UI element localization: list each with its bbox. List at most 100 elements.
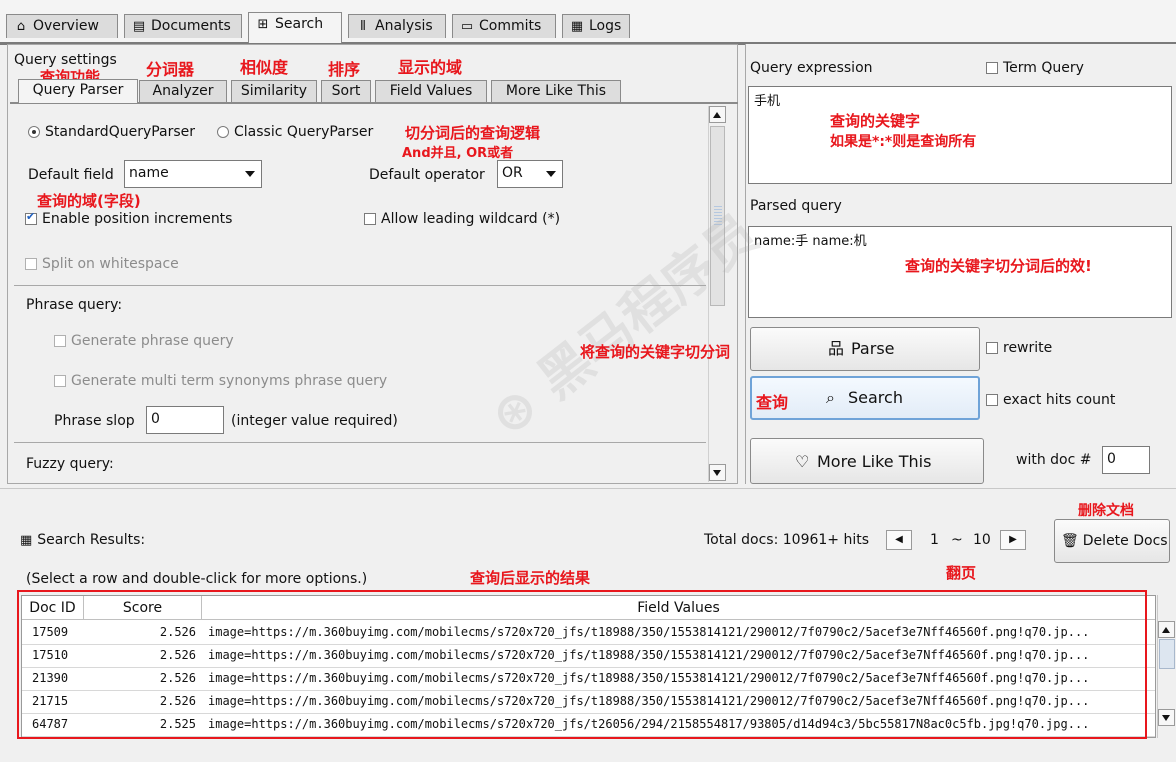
chevron-left-icon: ◀ [895, 534, 903, 545]
tab-label: Search [275, 16, 324, 32]
select-value: OR [502, 165, 523, 181]
scroll-up-button[interactable] [709, 106, 726, 123]
search-tab-icon: ⊞ [257, 17, 269, 32]
subtab-field-values[interactable]: Field Values [375, 80, 487, 102]
results-title-text: Search Results: [37, 532, 146, 548]
button-label: Search [848, 388, 903, 407]
tab-commits[interactable]: ▭ Commits [452, 14, 556, 38]
parse-button[interactable]: 品 Parse [750, 327, 980, 371]
commits-icon: ▭ [460, 19, 474, 34]
subtab-label: Similarity [240, 83, 308, 99]
prev-page-button[interactable]: ◀ [886, 530, 912, 550]
radio-standard-query-parser[interactable]: StandardQueryParser [28, 124, 195, 140]
subtab-label: More Like This [505, 83, 607, 99]
phrase-query-heading: Phrase query: [26, 297, 123, 313]
arrow-down-icon [1162, 715, 1170, 721]
checkbox-label: Split on whitespace [42, 256, 179, 272]
annotation-similarity: 相似度 [240, 58, 289, 77]
annotation-parsed-effect: 查询的关键字切分词后的效! [905, 257, 1092, 275]
annotation-field-values: 显示的域 [398, 58, 463, 77]
delete-docs-button[interactable]: 🗑 Delete Docs [1054, 519, 1170, 563]
annotation-box-results [17, 590, 1147, 739]
annotation-keyword-line1: 查询的关键字 [830, 112, 921, 130]
button-label: Parse [851, 339, 895, 358]
scroll-thumb[interactable] [1159, 639, 1175, 669]
checkbox-label: Term Query [1003, 60, 1084, 76]
select-value: name [129, 165, 169, 181]
annotation-logic-line2: And并且, OR或者 [402, 146, 514, 161]
subtab-similarity[interactable]: Similarity [231, 80, 317, 102]
checkbox-indicator [54, 335, 66, 347]
logs-icon: ▦ [570, 19, 584, 34]
subtab-analyzer[interactable]: Analyzer [139, 80, 227, 102]
settings-scrollbar[interactable] [708, 106, 726, 482]
tab-overview[interactable]: ⌂ Overview [6, 14, 118, 38]
annotation-delete-doc: 删除文档 [1078, 503, 1134, 519]
checkbox-indicator [986, 342, 998, 354]
with-doc-input[interactable]: 0 [1102, 446, 1150, 474]
divider [14, 442, 706, 443]
tab-label: Logs [589, 18, 622, 34]
trash-icon: 🗑 [1061, 533, 1079, 549]
allow-leading-wildcard-checkbox[interactable]: Allow leading wildcard (*) [364, 211, 560, 227]
split-on-whitespace-checkbox[interactable]: Split on whitespace [25, 256, 179, 272]
annotation-analyzer: 分词器 [146, 60, 195, 79]
default-operator-label: Default operator [369, 167, 485, 183]
page-from: 1 [930, 532, 939, 548]
phrase-slop-hint: (integer value required) [231, 413, 398, 429]
generate-phrase-query-checkbox[interactable]: Generate phrase query [54, 333, 234, 349]
checkbox-indicator [54, 375, 66, 387]
total-docs: Total docs: 10961+ hits [704, 532, 870, 548]
generate-multi-term-checkbox[interactable]: Generate multi term synonyms phrase quer… [54, 373, 387, 389]
button-label: Delete Docs [1082, 533, 1168, 549]
checkbox-indicator [25, 210, 37, 225]
documents-icon: ▤ [132, 19, 146, 34]
tab-logs[interactable]: ▦ Logs [562, 14, 630, 38]
scroll-down-button[interactable] [709, 464, 726, 481]
subtab-sort[interactable]: Sort [321, 80, 371, 102]
scroll-down-button[interactable] [1158, 709, 1175, 726]
page-to: 10 [973, 532, 991, 548]
next-page-button[interactable]: ▶ [1000, 530, 1026, 550]
annotation-sort: 排序 [328, 60, 361, 79]
checkbox-indicator [364, 213, 376, 225]
more-like-this-button[interactable]: ♡ More Like This [750, 438, 984, 484]
radio-classic-query-parser[interactable]: Classic QueryParser [217, 124, 373, 140]
with-doc-label: with doc # [1016, 452, 1092, 468]
divider [14, 285, 706, 286]
annotation-search: 查询 [756, 393, 789, 412]
arrow-down-icon [713, 470, 721, 476]
tab-analysis[interactable]: ⫴ Analysis [348, 14, 446, 38]
chevron-down-icon [546, 171, 556, 177]
subtab-label: Sort [331, 83, 361, 99]
tab-label: Documents [151, 18, 231, 34]
annotation-result-display: 查询后显示的结果 [470, 569, 591, 587]
phrase-slop-input[interactable]: 0 [146, 406, 224, 434]
subtab-more-like-this[interactable]: More Like This [491, 80, 621, 102]
home-icon: ⌂ [16, 19, 26, 34]
term-query-checkbox[interactable]: Term Query [986, 60, 1084, 76]
rewrite-checkbox[interactable]: rewrite [986, 340, 1052, 356]
fuzzy-query-heading: Fuzzy query: [26, 456, 114, 472]
annotation-query-field: 查询的域(字段) [37, 192, 141, 210]
arrow-up-icon [713, 112, 721, 118]
divider [0, 488, 1176, 489]
page-separator: ~ [951, 532, 963, 548]
annotation-paging: 翻页 [946, 564, 977, 582]
exact-hits-count-checkbox[interactable]: exact hits count [986, 392, 1115, 408]
scroll-thumb[interactable] [710, 126, 725, 306]
tab-search[interactable]: ⊞ Search [248, 12, 342, 43]
checkbox-label: Allow leading wildcard (*) [381, 211, 561, 227]
default-operator-select[interactable]: OR [497, 160, 563, 188]
scroll-up-button[interactable] [1158, 621, 1175, 638]
parsed-query-label: Parsed query [750, 198, 842, 214]
checkbox-label: Generate phrase query [71, 333, 234, 349]
arrow-up-icon [1162, 627, 1170, 633]
subtab-query-parser[interactable]: Query Parser [18, 79, 138, 103]
default-field-select[interactable]: name [124, 160, 262, 188]
default-field-label: Default field [28, 167, 114, 183]
enable-position-increments-checkbox[interactable]: Enable position increments [25, 210, 232, 227]
annotation-logic-line1: 切分词后的查询逻辑 [405, 124, 541, 142]
results-scrollbar[interactable] [1157, 595, 1176, 738]
tab-documents[interactable]: ▤ Documents [124, 14, 242, 38]
